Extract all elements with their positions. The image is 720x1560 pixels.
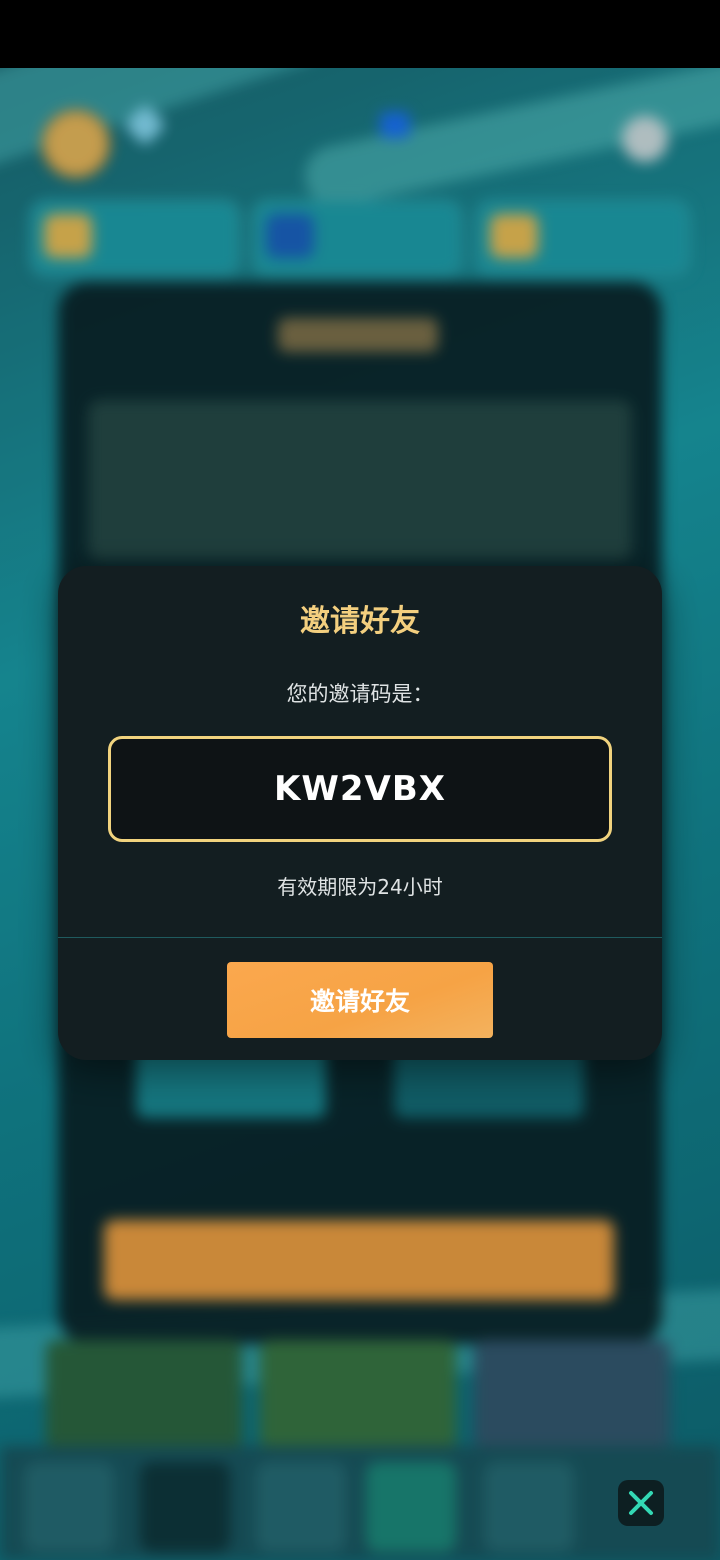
status-bar — [0, 0, 720, 68]
close-button[interactable] — [618, 1480, 664, 1526]
validity-text: 有效期限为24小时 — [277, 875, 443, 899]
invite-friends-dialog: 邀请好友 您的邀请码是： KW2VBX 有效期限为24小时 邀请好友 — [58, 566, 662, 1060]
invite-code-box[interactable]: KW2VBX — [108, 736, 612, 842]
invite-code-value: KW2VBX — [274, 769, 446, 809]
dialog-divider — [58, 937, 662, 938]
close-icon — [629, 1491, 653, 1515]
invite-code-label: 您的邀请码是： — [286, 682, 434, 706]
invite-friends-button[interactable]: 邀请好友 — [227, 962, 493, 1038]
dialog-title: 邀请好友 — [300, 604, 420, 639]
